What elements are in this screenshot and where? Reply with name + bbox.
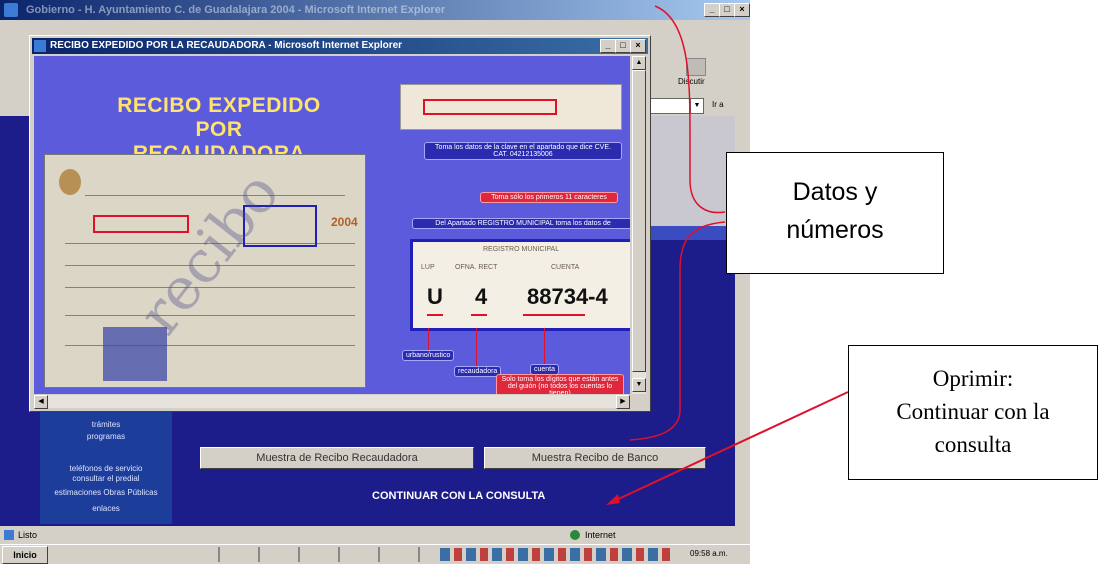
callout-oprimir: Oprimir: Continuar con la consulta [848,345,1098,480]
callout-datos-text: Datos y números [786,178,884,244]
arrow-head [606,494,620,505]
callout-oprimir-line1: Oprimir: [932,366,1014,391]
callout-oprimir-line3: consulta [934,432,1012,457]
bracket-line-bottom [629,221,726,441]
callout-datos-numeros: Datos y números [726,152,944,274]
arrow-line [611,391,849,503]
callout-oprimir-line2: Continuar con la [896,399,1050,424]
bracket-line-top [654,5,726,214]
